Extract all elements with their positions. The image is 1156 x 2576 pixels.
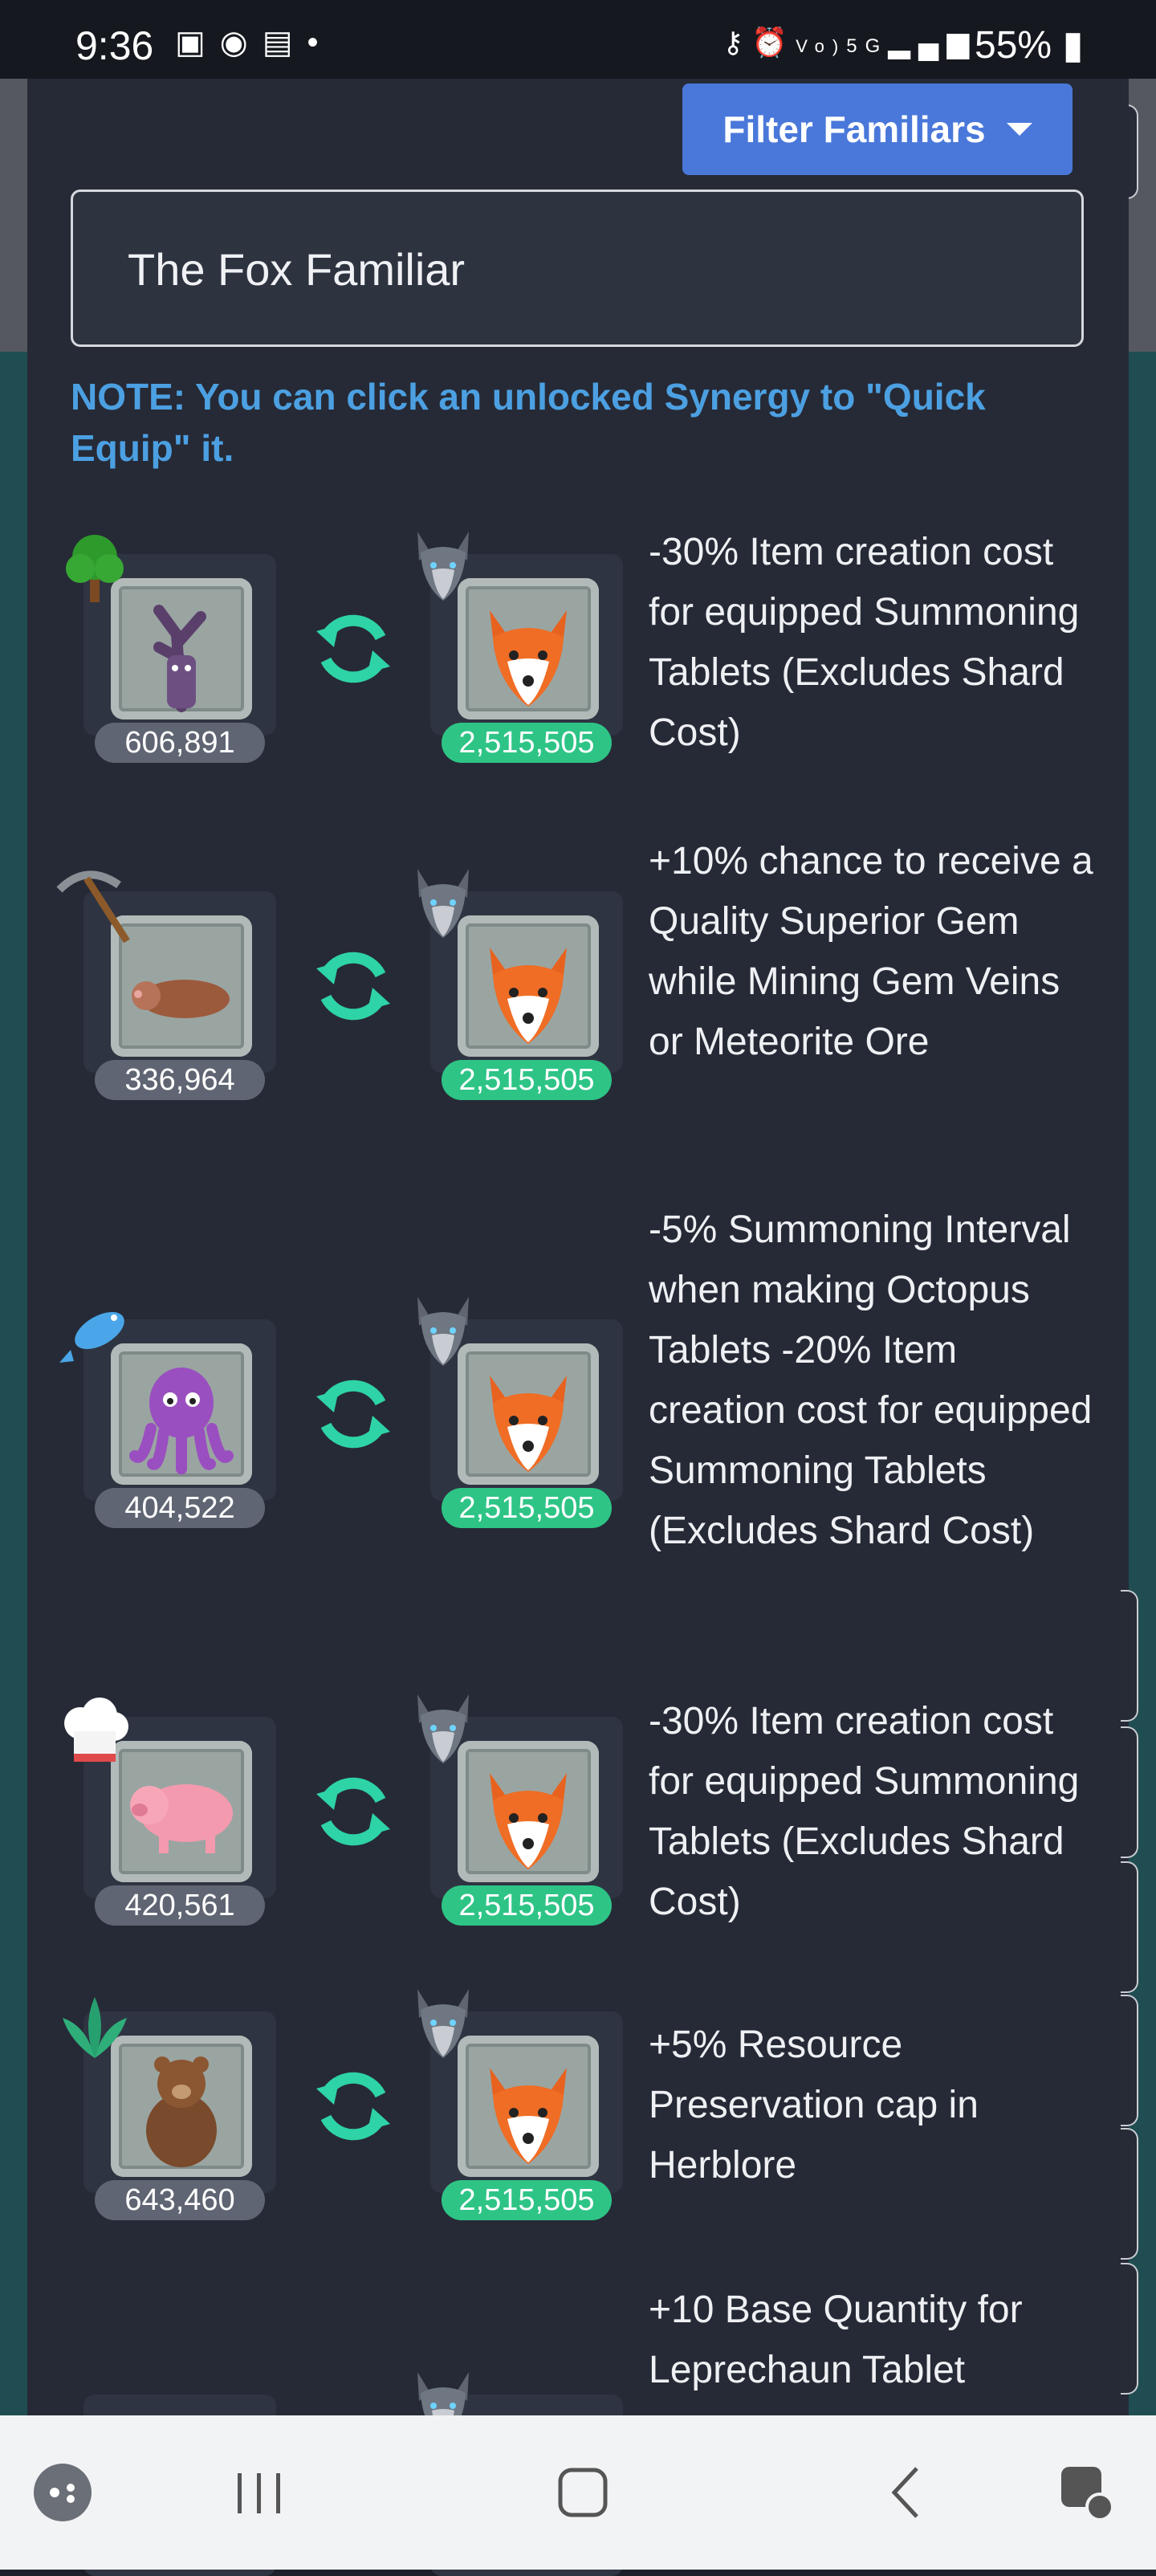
background-tab	[1121, 1995, 1138, 2126]
notification-icons: ▣◉▤•	[175, 24, 333, 61]
key-icon: ⚷	[722, 26, 752, 59]
home-icon[interactable]	[551, 2460, 615, 2525]
woodcutting-tree-icon	[55, 528, 135, 609]
background-tab	[1121, 1590, 1138, 1722]
5g-icon: 5G	[846, 35, 889, 57]
android-nav-bar	[0, 2415, 1156, 2570]
cooking-hat-icon	[55, 1691, 135, 1771]
synergy-description: +5% Resource Preservation cap in Herblor…	[649, 2024, 979, 2187]
system-icons: ⚷⏰Vo)5G▂▄▆	[722, 26, 977, 59]
filter-familiars-label: Filter Familiars	[722, 108, 986, 150]
recent-apps-icon[interactable]	[226, 2460, 291, 2525]
wolf-icon	[403, 862, 483, 943]
background-tab	[1121, 1861, 1138, 1993]
wolf-icon	[403, 1290, 483, 1371]
battery-icon: ▮	[1062, 24, 1084, 67]
quick-equip-note: NOTE: You can click an unlocked Synergy …	[71, 376, 986, 469]
back-icon[interactable]	[875, 2460, 939, 2525]
familiar-search-input[interactable]	[126, 232, 1012, 306]
familiar-count-badge: 336,964	[95, 1060, 265, 1100]
battery-indicator: 55% ▮	[975, 22, 1084, 67]
fox-count-badge: 2,515,505	[442, 1885, 612, 1926]
mining-pickaxe-icon	[55, 866, 135, 946]
familiar-count-badge: 606,891	[95, 723, 265, 763]
herblore-leaf-icon	[55, 1986, 135, 2066]
familiar-count-badge: 420,561	[95, 1885, 265, 1926]
assistant-touch-icon[interactable]	[1055, 2460, 1119, 2525]
sync-icon[interactable]	[311, 2064, 395, 2148]
fox-count-badge: 2,515,505	[442, 1488, 612, 1528]
volte-icon: Vo)	[796, 36, 847, 56]
fox-count-badge: 2,515,505	[442, 723, 612, 763]
game-launcher-icon[interactable]	[31, 2460, 95, 2525]
sync-icon[interactable]	[311, 1770, 395, 1853]
background-left-top	[0, 79, 27, 352]
gallery-icon: ▣	[175, 25, 220, 60]
battery-percent: 55%	[975, 24, 1052, 67]
fishing-fish-icon	[55, 1294, 135, 1374]
familiar-search-box[interactable]	[71, 190, 1084, 347]
caret-down-icon	[1006, 123, 1032, 136]
synergy-description: -30% Item creation cost for equipped Sum…	[649, 1700, 1080, 1923]
messenger-icon: ◉	[219, 25, 263, 60]
synergy-description: -30% Item creation cost for equipped Sum…	[649, 531, 1080, 754]
signal-icon: ▂▄▆	[888, 26, 978, 59]
status-time: 9:36	[75, 23, 154, 68]
wolf-icon	[403, 1688, 483, 1768]
sync-icon[interactable]	[311, 944, 395, 1028]
background-tab	[1121, 2263, 1138, 2395]
background-left-bottom	[0, 352, 27, 2415]
synergy-description: +10 Base Quantity for Leprechaun Tablet	[649, 2289, 1023, 2391]
alarm-icon: ⏰	[751, 26, 796, 59]
synergy-description: +10% chance to receive a Quality Superio…	[649, 840, 1093, 1063]
fox-count-badge: 2,515,505	[442, 2180, 612, 2220]
sync-icon[interactable]	[311, 607, 395, 691]
outlook-icon: ▤	[262, 25, 307, 60]
sync-icon[interactable]	[311, 1372, 395, 1456]
status-bar: 9:36 ▣◉▤• ⚷⏰Vo)5G▂▄▆ 55% ▮	[0, 0, 1156, 79]
wolf-icon	[403, 525, 483, 605]
synergy-description: -5% Summoning Interval when making Octop…	[649, 1209, 1093, 1552]
fox-count-badge: 2,515,505	[442, 1060, 612, 1100]
wolf-icon	[403, 1983, 483, 2063]
background-tab	[1121, 2128, 1138, 2260]
filter-familiars-button[interactable]: Filter Familiars	[682, 84, 1073, 175]
familiar-count-badge: 643,460	[95, 2180, 265, 2220]
familiar-count-badge: 404,522	[95, 1488, 265, 1528]
background-tab	[1121, 1726, 1138, 1858]
dot-icon: •	[307, 25, 333, 60]
